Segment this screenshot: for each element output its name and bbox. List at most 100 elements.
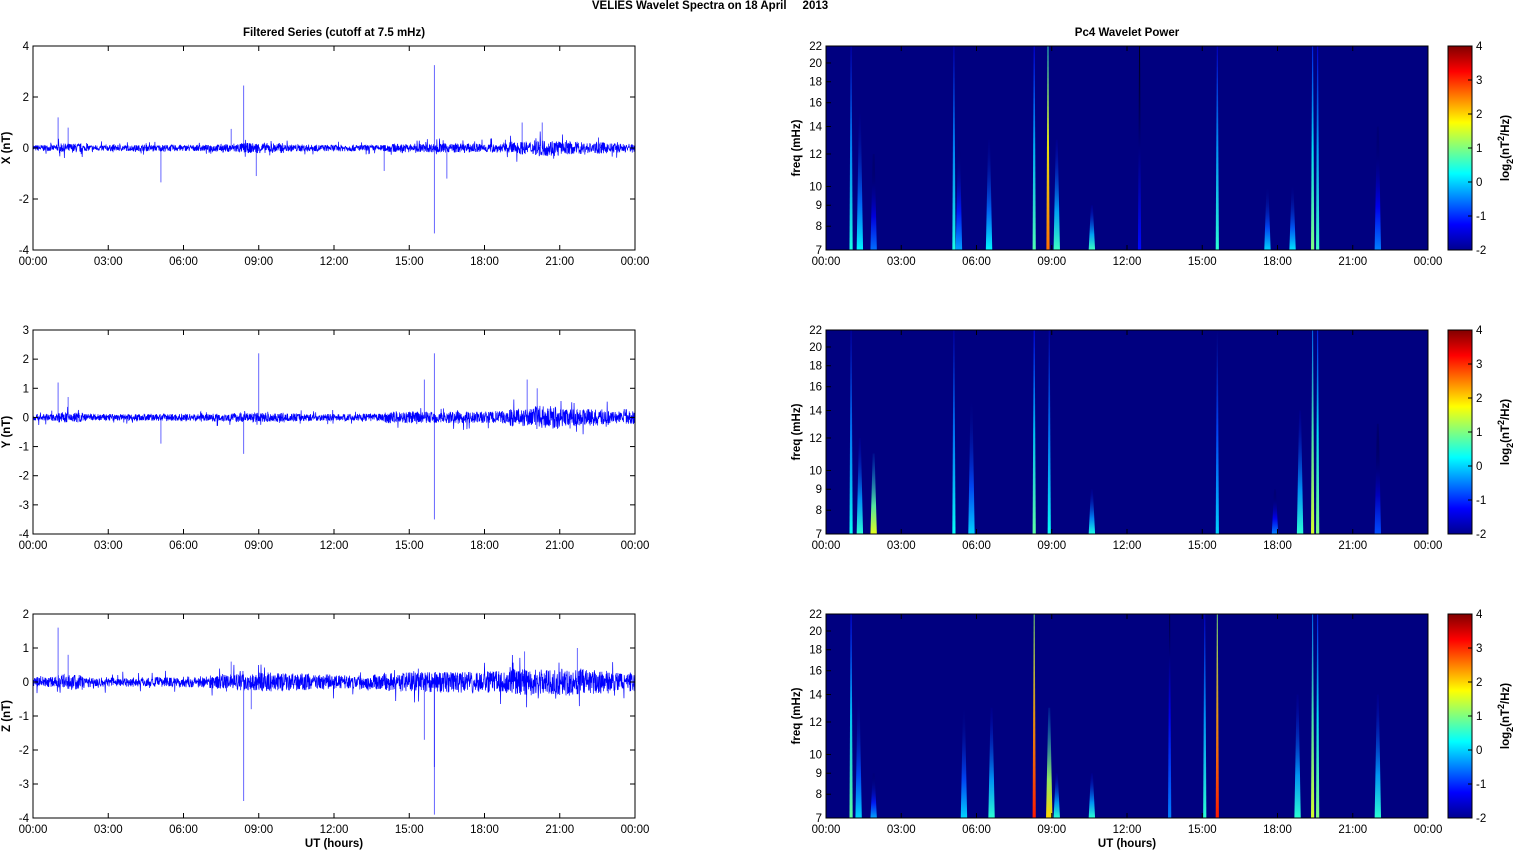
y-tick-label: 8 (816, 221, 822, 233)
y-tick-label: 10 (809, 465, 822, 477)
x-tick-label: 12:00 (1113, 824, 1142, 836)
x-tick-label: 03:00 (94, 540, 123, 552)
label-close: /Hz) (1500, 399, 1512, 420)
label-open: (nT (1500, 709, 1512, 727)
y-tick-label: 12 (809, 149, 822, 161)
x-tick-label: 15:00 (395, 540, 424, 552)
colorbar-label: log2(nT2/Hz) (1496, 399, 1515, 465)
x-tick-label: 00:00 (812, 540, 841, 552)
y-tick-label: 2 (23, 354, 29, 366)
colorbar-tick-label: -1 (1476, 495, 1486, 507)
colorbar-tick-label: -2 (1476, 245, 1486, 257)
x-tick-label: 00:00 (621, 824, 650, 836)
x-tick-label: 18:00 (470, 824, 499, 836)
y-tick-label: 2 (23, 609, 29, 621)
y-tick-label: -2 (19, 745, 29, 757)
x-tick-label: 12:00 (320, 824, 349, 836)
x-tick-label: 03:00 (94, 256, 123, 268)
x-tick-label: 00:00 (812, 824, 841, 836)
y-tick-label: 1 (23, 383, 29, 395)
left-column-title: Filtered Series (cutoff at 7.5 mHz) (243, 27, 425, 39)
y-tick-label: 4 (23, 41, 30, 53)
label-open: (nT (1500, 141, 1512, 159)
y-tick-label: 9 (816, 484, 822, 496)
colorbar-tick-label: -1 (1476, 211, 1486, 223)
y-tick-label: 10 (809, 181, 822, 193)
label-base: log (1500, 448, 1512, 465)
x-tick-label: 18:00 (1263, 824, 1292, 836)
x-tick-label: 18:00 (1263, 256, 1292, 268)
x-tick-label: 00:00 (621, 256, 650, 268)
spectrogram-background (826, 46, 1428, 250)
colorbar-tick-label: 3 (1476, 359, 1482, 371)
y-tick-label: 9 (816, 768, 822, 780)
spectrogram-panel-1: 7891012141618202200:00 03:00 06:00 09:00 12:… (791, 41, 1515, 268)
y-tick-label: 16 (809, 382, 822, 394)
y-tick-label: 0 (23, 143, 29, 155)
right-x-axis-label: UT (hours) (1098, 838, 1156, 850)
y-tick-label: 16 (809, 98, 822, 110)
colorbar-tick-label: 0 (1476, 177, 1482, 189)
x-tick-label: 03:00 (887, 256, 916, 268)
x-tick-label: 09:00 (1037, 824, 1066, 836)
label-close: /Hz) (1500, 683, 1512, 704)
colorbar-tick-label: 3 (1476, 643, 1482, 655)
y-tick-label: -2 (19, 471, 29, 483)
x-tick-label: 03:00 (887, 824, 916, 836)
x-tick-label: 09:00 (1037, 256, 1066, 268)
spectrogram-background (826, 614, 1428, 818)
x-tick-label: 18:00 (1263, 540, 1292, 552)
x-tick-label: 12:00 (320, 540, 349, 552)
spectrogram-panel-2: 7891012141618202200:00 03:00 06:00 09:00 12:… (791, 325, 1515, 552)
y-tick-label: 12 (809, 433, 822, 445)
y-tick-label: 20 (809, 58, 822, 70)
colorbar-tick-label: 1 (1476, 711, 1482, 723)
y-tick-label: -2 (19, 194, 29, 206)
plot-area (33, 614, 635, 818)
x-tick-label: 03:00 (94, 824, 123, 836)
time-series-panel-z: -4-3-2-101200:00 03:00 06:00 09:00 12:00 15:0… (1, 609, 649, 836)
colorbar-tick-label: 2 (1476, 109, 1482, 121)
x-tick-label: 00:00 (812, 256, 841, 268)
y-tick-label: 20 (809, 626, 822, 638)
colorbar-label: log2(nT2/Hz) (1496, 683, 1515, 749)
x-tick-label: 21:00 (545, 540, 574, 552)
x-tick-label: 09:00 (244, 824, 273, 836)
x-tick-label: 21:00 (1338, 540, 1367, 552)
x-tick-label: 15:00 (395, 256, 424, 268)
label-base: log (1500, 732, 1512, 749)
y-tick-label: 3 (23, 325, 29, 337)
colorbar-tick-label: -2 (1476, 529, 1486, 541)
y-tick-label: 14 (809, 406, 822, 418)
colorbar: -2 -1 0 1 2 3 4 log2(nT2/Hz) (1447, 609, 1515, 825)
y-tick-label: -3 (19, 779, 29, 791)
colorbar-tick-label: 0 (1476, 461, 1482, 473)
colorbar-tick-label: 4 (1476, 41, 1483, 53)
x-tick-label: 00:00 (1414, 256, 1443, 268)
colorbar-tick-label: -2 (1476, 813, 1486, 825)
spectrogram-background (826, 330, 1428, 534)
y-tick-label: 16 (809, 666, 822, 678)
x-tick-label: 00:00 (19, 256, 48, 268)
colorbar-label: log2(nT2/Hz) (1496, 115, 1515, 181)
x-tick-label: 03:00 (887, 540, 916, 552)
figure-title: VELIES Wavelet Spectra on 18 April 2013 (592, 0, 828, 12)
x-tick-label: 09:00 (1037, 540, 1066, 552)
y-axis-label: X (nT) (1, 132, 13, 165)
colorbar: -2 -1 0 1 2 3 4 log2(nT2/Hz) (1447, 325, 1515, 541)
left-x-axis-label: UT (hours) (305, 838, 363, 850)
y-tick-label: 20 (809, 342, 822, 354)
time-series-panel-y: -4-3-2-1012300:00 03:00 06:00 09:00 12:00 15:… (1, 325, 649, 552)
x-tick-label: 12:00 (320, 256, 349, 268)
y-tick-label: -1 (19, 442, 29, 454)
x-tick-label: 00:00 (1414, 540, 1443, 552)
x-tick-label: 06:00 (962, 540, 991, 552)
x-tick-label: 21:00 (545, 824, 574, 836)
y-tick-label: 8 (816, 505, 822, 517)
right-column-title: Pc4 Wavelet Power (1075, 27, 1180, 39)
time-series-panel-x: -4-202400:00 03:00 06:00 09:00 12:00 15:00 18:… (1, 41, 649, 268)
y-axis-label: freq (mHz) (791, 119, 803, 176)
x-tick-label: 00:00 (19, 824, 48, 836)
x-tick-label: 21:00 (1338, 256, 1367, 268)
y-tick-label: 18 (809, 645, 822, 657)
